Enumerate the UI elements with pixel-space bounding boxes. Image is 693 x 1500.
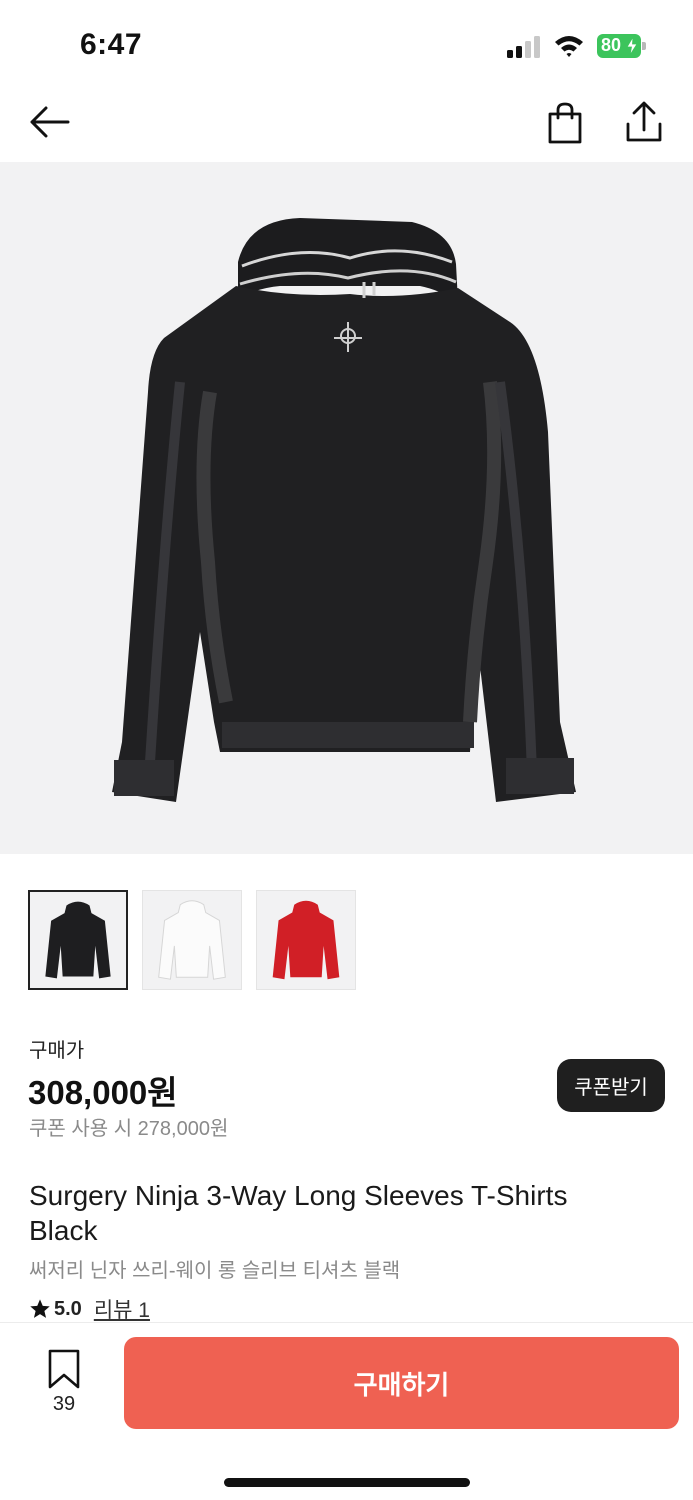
back-arrow-icon[interactable] [28, 102, 72, 142]
hoodie-illustration [112, 218, 576, 802]
hoodie-thumbnail-red [272, 900, 340, 980]
buy-button[interactable]: 구매하기 [124, 1337, 679, 1429]
bottom-action-bar: 39 구매하기 [0, 1322, 693, 1500]
thumbnail-strip [28, 890, 668, 990]
status-bar: 6:47 80 [0, 0, 693, 80]
price: 308,000원 [28, 1074, 178, 1111]
nav-bar [0, 80, 693, 162]
thumbnail-white[interactable] [142, 890, 242, 990]
battery-icon: 80 [597, 34, 647, 58]
product-name: Surgery Ninja 3-Way Long Sleeves T-Shirt… [29, 1180, 568, 1246]
product-name-korean: 써저리 닌자 쓰리-웨이 롱 슬리브 티셔츠 블랙 [29, 1260, 401, 1282]
get-coupon-button[interactable]: 쿠폰받기 [557, 1059, 665, 1112]
bookmark-button[interactable]: 39 [40, 1349, 88, 1419]
bookmark-count: 39 [52, 1393, 76, 1415]
product-hero-image[interactable] [0, 162, 693, 854]
price-label: 구매가 [29, 1040, 85, 1062]
rating-value: 5.0 [54, 1297, 82, 1320]
thumbnail-black[interactable] [28, 890, 128, 990]
wifi-icon [555, 36, 583, 57]
review-link[interactable]: 리뷰 1 [94, 1294, 150, 1324]
coupon-price-text: 쿠폰 사용 시 278,000원 [29, 1118, 229, 1140]
thumbnail-red[interactable] [256, 890, 356, 990]
share-icon[interactable] [624, 100, 664, 144]
rating-row: 5.0 리뷰 1 [29, 1296, 150, 1322]
hoodie-thumbnail-black [45, 901, 111, 979]
signal-icon [507, 36, 540, 58]
home-indicator [224, 1478, 470, 1487]
shopping-bag-icon[interactable] [546, 102, 584, 144]
charging-bolt-icon [626, 37, 638, 55]
star-icon [30, 1299, 50, 1318]
bookmark-icon [48, 1349, 80, 1389]
status-time: 6:47 [80, 28, 143, 61]
battery-percentage: 80 [601, 35, 622, 55]
hoodie-thumbnail-white [158, 900, 226, 980]
battery-tip [642, 42, 646, 50]
